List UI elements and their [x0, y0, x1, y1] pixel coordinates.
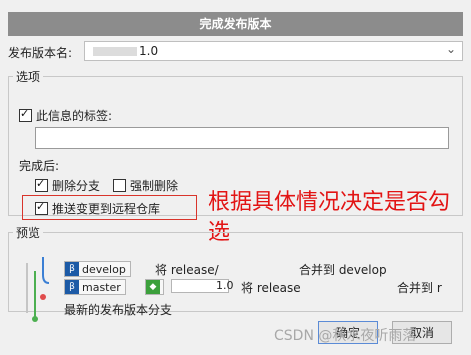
merge-text-a2: 将 release — [241, 281, 301, 295]
checkbox-box[interactable] — [113, 179, 126, 192]
dialog-title: 完成发布版本 — [8, 12, 463, 36]
merge-text-b2: 合并到 r — [397, 281, 442, 295]
redacted-text — [93, 47, 137, 56]
version-row: 发布版本名: 1.0 ⌄ — [8, 41, 463, 61]
force-delete-label: 强制删除 — [130, 179, 179, 193]
master-branch-badge: β master — [64, 279, 126, 295]
tag-message-checkbox[interactable]: 此信息的标签: — [19, 107, 112, 124]
branch-icon: β — [65, 280, 79, 294]
master-branch-label: master — [82, 280, 121, 294]
tag-badge: ◆ — [145, 279, 164, 295]
latest-release-branch-label: 最新的发布版本分支 — [64, 303, 173, 317]
version-select[interactable]: 1.0 ⌄ — [84, 41, 463, 61]
tag-icon: ◆ — [146, 280, 160, 294]
force-delete-checkbox[interactable]: 强制删除 — [113, 177, 178, 194]
branch-graph — [26, 257, 50, 322]
push-remote-label: 推送变更到远程仓库 — [52, 202, 161, 216]
push-remote-checkbox[interactable]: 推送变更到远程仓库 — [35, 200, 160, 217]
after-finish-label: 完成后: — [19, 159, 60, 173]
release-dot — [40, 294, 46, 300]
options-legend: 选项 — [16, 70, 41, 84]
preview-group: 预览 β develop 将 release/ 合并到 develop β ma… — [8, 224, 463, 322]
preview-legend: 预览 — [16, 226, 41, 240]
version-label: 发布版本名: — [8, 46, 73, 60]
checkbox-box[interactable] — [35, 177, 48, 192]
chevron-down-icon[interactable]: ⌄ — [446, 42, 456, 56]
master-dot — [32, 316, 38, 322]
checkbox-box[interactable] — [19, 107, 32, 122]
merge-text-a: 将 release/ — [155, 263, 219, 277]
delete-branch-checkbox[interactable]: 删除分支 — [35, 177, 100, 194]
develop-branch-label: develop — [82, 262, 126, 276]
develop-line — [42, 257, 50, 284]
develop-branch-badge: β develop — [64, 261, 131, 277]
branch-icon: β — [65, 262, 79, 276]
version-value: 1.0 — [139, 44, 159, 58]
tag-message-input[interactable] — [35, 127, 449, 149]
merge-text-b: 合并到 develop — [299, 263, 387, 277]
checkbox-box[interactable] — [35, 200, 48, 215]
tag-version-input[interactable]: 1.0 — [171, 279, 234, 293]
watermark: CSDN @秋水夜听雨落 — [274, 328, 417, 344]
tag-message-label: 此信息的标签: — [36, 109, 113, 123]
delete-branch-label: 删除分支 — [52, 179, 101, 193]
